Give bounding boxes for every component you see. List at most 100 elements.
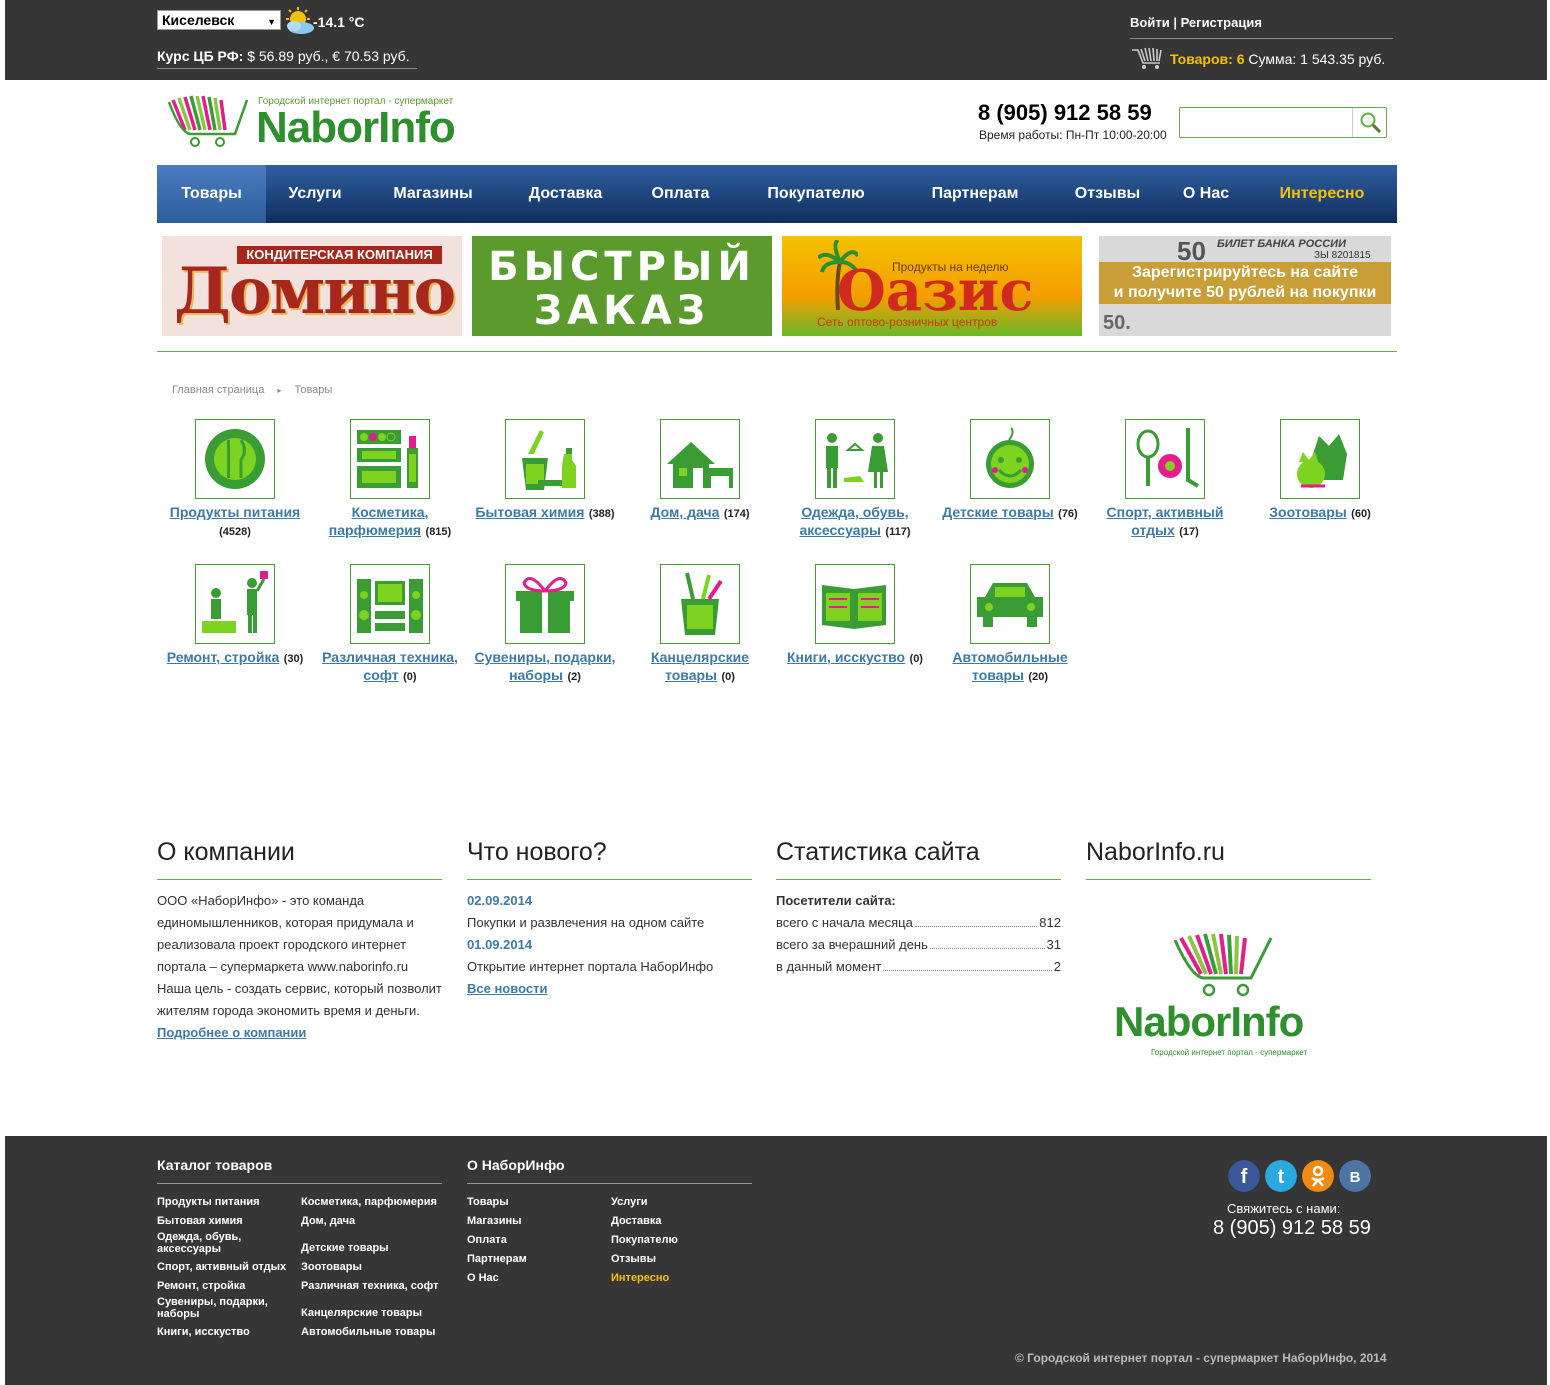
search-input[interactable]: [1182, 110, 1350, 135]
house-icon[interactable]: [660, 419, 740, 499]
category-repair[interactable]: Ремонт, стройка (30): [160, 564, 310, 667]
stats-subtitle: Посетители сайта:: [776, 893, 896, 908]
nav-item-services[interactable]: Услуги: [266, 165, 364, 223]
footer-link[interactable]: Косметика, парфюмерия: [301, 1196, 437, 1208]
header-phone: 8 (905) 912 58 59: [978, 100, 1152, 125]
footer-link[interactable]: Бытовая химия: [157, 1215, 243, 1227]
footer-link[interactable]: Сувениры, подарки, наборы: [157, 1296, 268, 1320]
vk-icon[interactable]: B: [1339, 1160, 1371, 1192]
category-stationery[interactable]: Канцелярские товары (0): [625, 564, 775, 685]
category-name[interactable]: Детские товары: [942, 504, 1053, 520]
footer-link[interactable]: Отзывы: [611, 1253, 656, 1265]
stationery-icon[interactable]: [660, 564, 740, 644]
search-button[interactable]: [1352, 108, 1386, 137]
category-name[interactable]: Спорт, активный отдых: [1107, 504, 1224, 538]
footer-link[interactable]: Ремонт, стройка: [157, 1280, 245, 1292]
nav-item-partners[interactable]: Партнерам: [900, 165, 1050, 223]
nav-item-customers[interactable]: Покупателю: [732, 165, 900, 223]
cart-icon[interactable]: [1130, 46, 1166, 70]
repair-icon[interactable]: [195, 564, 275, 644]
category-name[interactable]: Ремонт, стройка: [167, 649, 280, 665]
banner-oasis[interactable]: Продукты на неделю Оазис Сеть оптово-роз…: [782, 236, 1082, 336]
footer-link[interactable]: Книги, исскуство: [157, 1326, 250, 1338]
category-name[interactable]: Косметика, парфюмерия: [329, 504, 429, 538]
city-select[interactable]: Киселевск ▼: [157, 10, 281, 30]
login-link[interactable]: Войти: [1130, 15, 1170, 30]
footer-link[interactable]: Детские товары: [301, 1242, 389, 1254]
cart-summary[interactable]: Товаров: 6 Сумма: 1 543.35 руб.: [1170, 51, 1385, 67]
footer-link[interactable]: Доставка: [611, 1215, 662, 1227]
car-icon[interactable]: [970, 564, 1050, 644]
category-count: (0): [909, 653, 923, 665]
nav-item-payment[interactable]: Оплата: [629, 165, 732, 223]
category-name[interactable]: Различная техника, софт: [322, 649, 458, 683]
news-item[interactable]: Покупки и развлечения на одном сайте: [467, 912, 752, 934]
footer-link[interactable]: Различная техника, софт: [301, 1280, 438, 1292]
cosmetics-icon[interactable]: [350, 419, 430, 499]
footer-link[interactable]: Товары: [467, 1196, 509, 1208]
nav-item-interesting[interactable]: Интересно: [1247, 165, 1397, 223]
footer-link[interactable]: Зоотовары: [301, 1261, 362, 1273]
banner-bonus[interactable]: 50 БИЛЕТ БАНКА РОССИИ ЗЫ 8201815 Зарегис…: [1099, 236, 1391, 336]
odnoklassniki-icon[interactable]: [1302, 1160, 1334, 1192]
category-books[interactable]: Книги, исскуство (0): [780, 564, 930, 667]
plate-icon[interactable]: [195, 419, 275, 499]
footer-link[interactable]: Автомобильные товары: [301, 1326, 435, 1338]
category-chemicals[interactable]: Бытовая химия (388): [470, 419, 620, 522]
category-electronics[interactable]: Различная техника, софт (0): [315, 564, 465, 685]
banner-domino[interactable]: КОНДИТЕРСКАЯ КОМПАНИЯ Домино: [162, 236, 462, 336]
category-auto[interactable]: Автомобильные товары (20): [935, 564, 1085, 685]
category-pets[interactable]: Зоотовары (60): [1245, 419, 1395, 522]
footer-link[interactable]: Продукты питания: [157, 1196, 260, 1208]
footer-link[interactable]: Оплата: [467, 1234, 507, 1246]
breadcrumb-home[interactable]: Главная страница: [172, 384, 264, 396]
category-clothes[interactable]: Одежда, обувь, аксессуары (117): [780, 419, 930, 540]
footer-link[interactable]: Услуги: [611, 1196, 648, 1208]
category-food[interactable]: Продукты питания (4528): [160, 419, 310, 540]
facebook-icon[interactable]: f: [1228, 1160, 1260, 1192]
category-name[interactable]: Дом, дача: [650, 504, 719, 520]
baby-icon[interactable]: [970, 419, 1050, 499]
category-name[interactable]: Книги, исскуство: [787, 649, 905, 665]
category-name[interactable]: Продукты питания: [170, 504, 300, 520]
footer-link[interactable]: Канцелярские товары: [301, 1307, 422, 1319]
category-gifts[interactable]: Сувениры, подарки, наборы (2): [470, 564, 620, 685]
category-cosmetics[interactable]: Косметика, парфюмерия (815): [315, 419, 465, 540]
category-sport[interactable]: Спорт, активный отдых (17): [1090, 419, 1240, 540]
all-news-link[interactable]: Все новости: [467, 981, 547, 996]
footer-link[interactable]: Партнерам: [467, 1253, 527, 1265]
logo-text[interactable]: NaborInfo: [256, 103, 456, 153]
category-name[interactable]: Бытовая химия: [475, 504, 584, 520]
pets-icon[interactable]: [1280, 419, 1360, 499]
category-name[interactable]: Автомобильные товары: [952, 649, 1067, 683]
books-icon[interactable]: [815, 564, 895, 644]
category-name[interactable]: Зоотовары: [1269, 504, 1346, 520]
footer-link[interactable]: Магазины: [467, 1215, 522, 1227]
about-more-link[interactable]: Подробнее о компании: [157, 1025, 306, 1040]
twitter-icon[interactable]: t: [1265, 1160, 1297, 1192]
nav-item-about[interactable]: О Нас: [1165, 165, 1247, 223]
footer-link[interactable]: О Нас: [467, 1272, 499, 1284]
category-name[interactable]: Сувениры, подарки, наборы: [474, 649, 615, 683]
gift-icon[interactable]: [505, 564, 585, 644]
footer-link[interactable]: Спорт, активный отдых: [157, 1261, 286, 1273]
footer-link[interactable]: Дом, дача: [301, 1215, 355, 1227]
footer-link[interactable]: Покупателю: [611, 1234, 678, 1246]
electronics-icon[interactable]: [350, 564, 430, 644]
currency-rates: Курс ЦБ РФ: $ 56.89 руб., € 70.53 руб.: [157, 48, 410, 64]
nav-item-shops[interactable]: Магазины: [364, 165, 502, 223]
category-kids[interactable]: Детские товары (76): [935, 419, 1085, 522]
banner-fast-line1: БЫСТРЫЙ: [488, 244, 756, 290]
news-item[interactable]: Открытие интернет портала НаборИнфо: [467, 956, 752, 978]
register-link[interactable]: Регистрация: [1181, 15, 1262, 30]
category-home[interactable]: Дом, дача (174): [625, 419, 775, 522]
footer-link[interactable]: Одежда, обувь, аксессуары: [157, 1231, 241, 1255]
cleaning-icon[interactable]: [505, 419, 585, 499]
nav-item-goods[interactable]: Товары: [157, 165, 266, 223]
nav-item-delivery[interactable]: Доставка: [502, 165, 629, 223]
footer-link[interactable]: Интересно: [611, 1272, 669, 1284]
sport-icon[interactable]: [1125, 419, 1205, 499]
clothes-icon[interactable]: [815, 419, 895, 499]
nav-item-reviews[interactable]: Отзывы: [1050, 165, 1165, 223]
banner-fast-order[interactable]: БЫСТРЫЙ ЗАКАЗ: [472, 236, 772, 336]
